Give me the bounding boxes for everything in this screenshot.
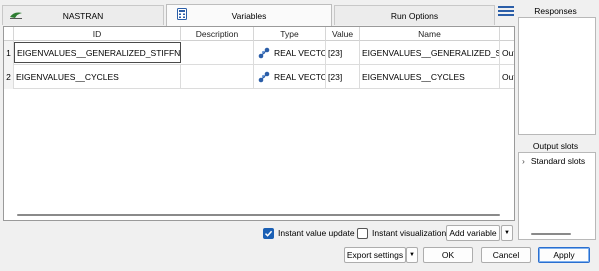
id-cell-editor[interactable]: EIGENVALUES__GENERALIZED_STIFFNESS [14, 42, 181, 63]
value-cell[interactable]: [23] [326, 41, 360, 65]
vector-type-icon [258, 47, 270, 59]
table-header: ID Description Type Value Name [4, 27, 514, 41]
name-cell[interactable]: EIGENVALUES__CYCLES [360, 65, 500, 89]
chevron-right-icon[interactable]: › [522, 156, 525, 166]
type-cell[interactable]: REAL VECTOR [254, 41, 326, 65]
tab-variables[interactable]: Variables [166, 4, 332, 26]
scrollbar-thumb[interactable] [531, 233, 571, 235]
menu-icon[interactable] [498, 6, 514, 20]
cancel-button[interactable]: Cancel [481, 247, 531, 263]
instant-value-update-checkbox[interactable]: Instant value update [263, 227, 355, 239]
tree-item-label: Standard slots [530, 156, 586, 166]
tab-label: Run Options [390, 10, 439, 21]
checkbox-label: Instant value update [278, 228, 355, 238]
export-settings-dropdown[interactable]: ▼ [406, 247, 418, 263]
scrollbar-thumb[interactable] [17, 214, 500, 216]
tab-run-options[interactable]: Run Options [334, 5, 495, 25]
add-variable-button[interactable]: Add variable [446, 225, 500, 241]
column-header-name[interactable]: Name [360, 27, 500, 41]
export-settings-button[interactable]: Export settings [344, 247, 406, 263]
ok-button[interactable]: OK [423, 247, 473, 263]
calculator-icon [177, 8, 187, 22]
apply-button[interactable]: Apply [538, 247, 590, 263]
table-row[interactable]: 1 EIGENVALUES__GENERALIZED_STIFFNESS REA… [4, 41, 514, 65]
id-cell[interactable]: EIGENVALUES__CYCLES [14, 65, 181, 89]
checkbox-unchecked-icon[interactable] [357, 227, 368, 239]
type-label: REAL VECTOR [274, 72, 325, 82]
checkbox-checked-icon[interactable] [263, 227, 274, 239]
horizontal-scrollbar[interactable] [5, 211, 513, 219]
value-cell[interactable]: [23] [326, 65, 360, 89]
tab-label: NASTRAN [62, 10, 104, 21]
tab-nastran[interactable]: NASTRAN [2, 5, 164, 25]
type-label: REAL VECTOR [274, 48, 325, 58]
row-number: 1 [4, 41, 14, 65]
row-number-header [4, 27, 14, 41]
column-header-description[interactable]: Description [181, 27, 254, 41]
responses-list[interactable] [518, 17, 596, 135]
instant-visualization-checkbox[interactable]: Instant visualization [357, 227, 446, 239]
nastran-logo-icon [9, 10, 23, 22]
column-header-type[interactable]: Type [254, 27, 326, 41]
output-slots-label: Output slots [532, 141, 579, 151]
name-cell[interactable]: EIGENVALUES__GENERALIZED_STIF... [360, 41, 500, 65]
extra-cell[interactable]: Out [500, 65, 514, 89]
add-variable-dropdown[interactable]: ▼ [501, 225, 513, 241]
description-cell[interactable] [181, 65, 254, 89]
extra-cell[interactable]: Out [500, 41, 514, 65]
output-slots-tree[interactable]: › Standard slots [518, 152, 596, 240]
description-cell[interactable] [181, 41, 254, 65]
checkbox-label: Instant visualization [372, 228, 447, 238]
vector-type-icon [258, 71, 270, 83]
column-header-id[interactable]: ID [14, 27, 181, 41]
table-row[interactable]: 2 EIGENVALUES__CYCLES REAL VECTOR [23] E… [4, 65, 514, 89]
variables-table: ID Description Type Value Name 1 EIGENVA… [3, 26, 515, 221]
tree-item-standard-slots[interactable]: › Standard slots [522, 156, 585, 166]
column-header-value[interactable]: Value [326, 27, 360, 41]
tab-bar: NASTRAN Variables Run Options [2, 4, 495, 26]
tab-label: Variables [231, 10, 267, 21]
row-number: 2 [4, 65, 14, 89]
type-cell[interactable]: REAL VECTOR [254, 65, 326, 89]
responses-label: Responses [534, 6, 577, 16]
